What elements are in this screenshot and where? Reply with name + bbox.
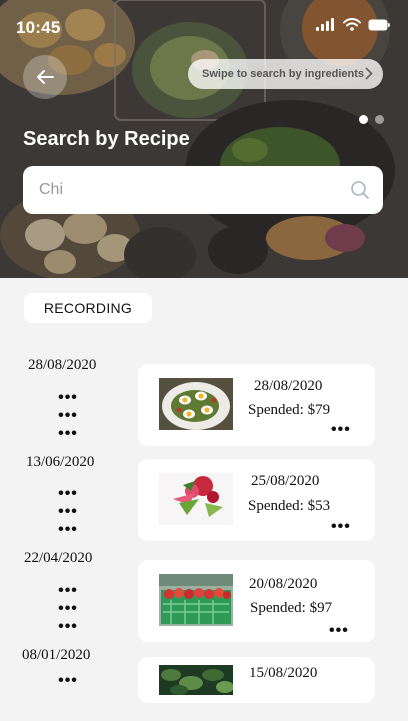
timeline-connector: ••• [58,672,78,689]
timeline-connector: ••• ••• ••• [58,389,78,442]
more-options-button[interactable]: ••• [331,422,351,438]
card-date: 15/08/2020 [249,665,318,681]
timeline-date: 28/08/2020 [28,357,97,373]
timeline-connector: ••• ••• ••• [58,582,78,635]
status-icons [316,18,390,31]
timeline-date: 22/04/2020 [24,550,93,566]
wifi-icon [343,18,361,31]
strawberry-crates-photo [159,574,233,626]
hero-banner: 10:45 Swipe to search by ingredients Sea… [0,0,408,278]
back-arrow-icon [37,70,54,84]
recipe-record-card[interactable]: 15/08/2020 [138,657,375,703]
recipe-record-card[interactable]: 20/08/2020 Spended: $97 ••• [138,560,375,642]
card-spent: Spended: $97 [250,600,333,616]
page-dot-active[interactable] [359,115,368,124]
signal-icon [316,18,334,31]
back-button[interactable] [23,55,67,99]
status-time: 10:45 [16,18,61,37]
swipe-ingredients-button[interactable]: Swipe to search by ingredients [188,59,383,89]
swipe-hint-label: Swipe to search by ingredients [202,68,364,80]
app-screen: 10:45 Swipe to search by ingredients Sea… [0,0,408,721]
card-date: 25/08/2020 [251,473,320,489]
recipe-record-card[interactable]: 25/08/2020 Spended: $53 ••• [138,459,375,541]
search-input[interactable] [39,178,339,202]
recording-tab[interactable]: RECORDING [24,293,152,323]
timeline-connector: ••• ••• ••• [58,485,78,538]
timeline-date: 08/01/2020 [22,647,91,663]
card-date: 28/08/2020 [254,378,323,394]
card-date: 20/08/2020 [249,576,318,592]
page-dot[interactable] [375,115,384,124]
search-icon[interactable] [350,180,370,200]
card-spent: Spended: $53 [248,498,331,514]
page-indicator [359,115,384,124]
more-options-button[interactable]: ••• [329,623,349,639]
chevron-right-icon [365,67,373,80]
search-box [23,166,383,214]
recipe-record-card[interactable]: 28/08/2020 Spended: $79 ••• [138,364,375,446]
battery-icon [368,19,390,30]
more-options-button[interactable]: ••• [331,519,351,535]
green-leaves-photo [159,665,233,695]
egg-salad-photo [159,378,233,430]
page-title: Search by Recipe [23,128,190,150]
flowers-photo [159,473,233,525]
card-spent: Spended: $79 [248,402,331,418]
timeline-date: 13/06/2020 [26,454,95,470]
status-bar: 10:45 [0,0,408,52]
